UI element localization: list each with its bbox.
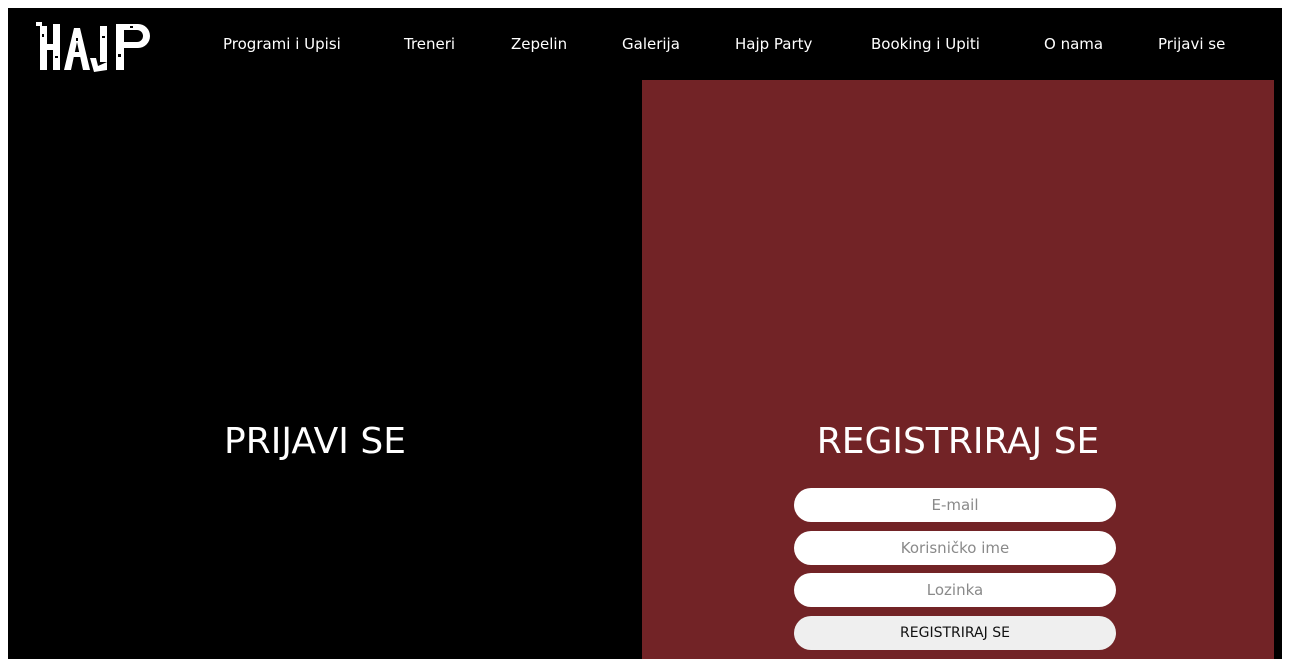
login-title: PRIJAVI SE <box>224 421 406 462</box>
page-frame: Programi i Upisi Treneri Zepelin Galerij… <box>8 8 1282 659</box>
brand-logo[interactable] <box>34 14 154 76</box>
username-field[interactable] <box>794 531 1116 565</box>
nav-item-zepelin[interactable]: Zepelin <box>511 32 567 56</box>
hajp-logo-icon <box>36 22 150 72</box>
register-button[interactable]: REGISTRIRAJ SE <box>794 616 1116 650</box>
nav-item-hajp-party[interactable]: Hajp Party <box>735 32 812 56</box>
nav-item-o-nama[interactable]: O nama <box>1044 32 1103 56</box>
password-field[interactable] <box>794 573 1116 607</box>
register-panel: REGISTRIRAJ SE REGISTRIRAJ SE <box>642 80 1274 659</box>
nav-item-galerija[interactable]: Galerija <box>622 32 680 56</box>
nav-item-booking-i-upiti[interactable]: Booking i Upiti <box>871 32 980 56</box>
email-field[interactable] <box>794 488 1116 522</box>
register-title: REGISTRIRAJ SE <box>816 421 1100 462</box>
nav-item-prijavi-se[interactable]: Prijavi se <box>1158 32 1225 56</box>
nav-item-treneri[interactable]: Treneri <box>404 32 455 56</box>
nav-item-programi-i-upisi[interactable]: Programi i Upisi <box>223 32 341 56</box>
